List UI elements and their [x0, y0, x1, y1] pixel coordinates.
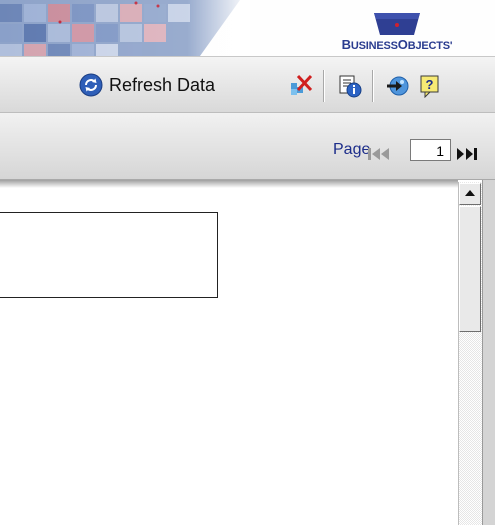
drill-icon[interactable] [385, 74, 409, 98]
canvas-top-shadow [0, 180, 458, 188]
last-page-icon[interactable] [455, 147, 483, 161]
document-properties-icon[interactable] [338, 74, 362, 98]
page-number-input[interactable] [410, 139, 451, 161]
refresh-icon [79, 73, 103, 97]
toolbar-separator [372, 70, 374, 102]
first-page-icon[interactable] [367, 147, 395, 161]
purge-icon[interactable] [289, 74, 313, 98]
page-label: Page [333, 141, 371, 158]
logo-wordmark: BUSINESSOBJECTS' [341, 37, 453, 52]
logo-mark-icon [374, 13, 420, 35]
vertical-scrollbar[interactable] [458, 182, 482, 525]
report-toolbar: Refresh Data ? [0, 56, 495, 113]
window-right-edge [482, 180, 495, 525]
toolbar-separator [323, 70, 325, 102]
banner-mosaic-graphic [0, 0, 250, 56]
arrow-up-icon [465, 190, 475, 196]
header-banner: BUSINESSOBJECTS' [0, 0, 495, 56]
refresh-data-label: Refresh Data [109, 74, 216, 95]
report-cell[interactable] [0, 212, 218, 298]
svg-text:?: ? [426, 77, 434, 92]
scroll-thumb[interactable] [459, 206, 481, 332]
help-icon[interactable]: ? [418, 74, 442, 98]
business-objects-logo: BUSINESSOBJECTS' [322, 9, 472, 53]
scroll-up-button[interactable] [459, 183, 481, 205]
refresh-data-button[interactable]: Refresh Data [79, 73, 215, 97]
page-navigation-bar: Page [0, 113, 495, 180]
